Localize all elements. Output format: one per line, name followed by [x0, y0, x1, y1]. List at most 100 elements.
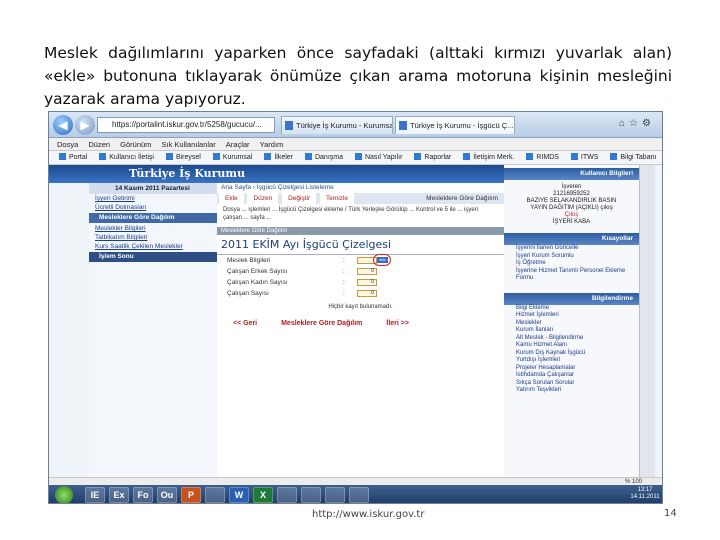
erkek-field[interactable]: 0 [357, 268, 377, 275]
taskbar-outlook[interactable]: Ou [157, 487, 177, 503]
fav-itws[interactable]: ITWS [570, 151, 598, 164]
table-title: 2011 EKİM Ayı İşgücü Çizelgesi [217, 235, 504, 255]
form-row-meslek: Meslek Bilgileri : ekle [217, 254, 504, 266]
ekle-button[interactable]: ekle [377, 257, 388, 263]
shortcut-link[interactable]: İş Öğretme [504, 260, 639, 268]
taskbar-app[interactable] [349, 487, 369, 503]
user-company-cont: YAYIN DAĞITIM (AÇIKLI) çıkış [530, 205, 613, 211]
taskbar-app[interactable] [301, 487, 321, 503]
field-label: Çalışan Kadın Sayısı [227, 279, 288, 286]
info-link[interactable]: Kurum Dış Kaynak İşgücü [504, 350, 639, 358]
tab-ekle[interactable]: Ekle [219, 193, 244, 204]
info-link[interactable]: Hizmet İşlemleri [504, 312, 639, 320]
info-link[interactable]: İstihdamda Çalışanlar [504, 372, 639, 380]
fav-ilkeler[interactable]: İlkeler [264, 151, 293, 164]
fav-iletisim[interactable]: İletişim Merk. [463, 151, 514, 164]
url-field[interactable]: https://portalint.iskur.gov.tr/5258/gucu… [97, 117, 275, 133]
info-header: Bilgilendirme [504, 292, 639, 305]
next-link[interactable]: İleri >> [386, 320, 409, 327]
ekle-highlight-circle: ekle [373, 254, 391, 266]
start-button[interactable] [55, 486, 73, 503]
shortcut-link[interactable]: İşyeri Kurum Sorumlu [504, 253, 639, 261]
fav-rimds[interactable]: RIMDS [526, 151, 559, 164]
info-link[interactable]: Kurum İlanları [504, 327, 639, 335]
calisan-field[interactable]: 0 [357, 290, 377, 297]
fav-kullanici[interactable]: Kullanıcı İletişi [99, 151, 154, 164]
info-link[interactable]: Kamu Hizmet Alanı [504, 342, 639, 350]
field-colon: : [343, 279, 345, 286]
shortcuts-header: Kısayollar [504, 233, 639, 245]
info-link[interactable]: Sıkça Sorulan Sorular [504, 380, 639, 388]
back-icon[interactable]: ◀ [53, 115, 73, 135]
field-label: Çalışan Erkek Sayısı [227, 268, 288, 275]
menu-dosya[interactable]: Dosya [57, 140, 78, 149]
kadin-field[interactable]: 0 [357, 279, 377, 286]
tab-duzen[interactable]: Düzen [247, 193, 279, 204]
shortcut-link[interactable]: İşyerine Hizmet Tanımlı Personel Ekleme … [504, 268, 639, 283]
favorite-icon [526, 153, 534, 160]
back-link[interactable]: << Geri [233, 320, 257, 327]
home-star-gear-icons[interactable]: ⌂☆⚙ [619, 118, 659, 129]
sidebar-link[interactable]: Ücretli Dolmasları [89, 203, 217, 212]
favorite-icon [165, 153, 173, 160]
favorite-icon [463, 153, 471, 160]
info-link[interactable]: Yatırım Teşvikleri [504, 387, 639, 395]
favorite-icon [212, 153, 220, 160]
menu-duzen[interactable]: Düzen [88, 140, 110, 149]
section-link[interactable]: Mesleklere Göre Dağılım [281, 320, 362, 327]
tab-isgucu[interactable]: Türkiye İş Kurumu - İşgücü Ç... [395, 116, 515, 134]
status-zoom[interactable]: % 100 [49, 477, 662, 485]
sidebar-link[interactable]: İşyeri Getirimi [89, 194, 217, 203]
menu-gorunum[interactable]: Görünüm [120, 140, 151, 149]
info-link[interactable]: Meslekler [504, 320, 639, 328]
fav-bilgi[interactable]: Bilgi Tabanı [610, 151, 656, 164]
user-workplace: İŞYERİ KABA [552, 219, 591, 225]
taskbar-app[interactable] [277, 487, 297, 503]
forward-icon[interactable]: ▶ [75, 115, 95, 135]
fav-danisma[interactable]: Danışma [304, 151, 343, 164]
sidebar-item-active[interactable]: Mesleklere Göre Dağılım [89, 213, 217, 223]
info-link[interactable]: Bilgi Ekleme [504, 305, 639, 313]
info-link[interactable]: Yurtdışı İşlemleri [504, 357, 639, 365]
taskbar-explorer[interactable]: Ex [109, 487, 129, 503]
fav-nasil[interactable]: Nasıl Yapılır [354, 151, 402, 164]
taskbar-app[interactable] [205, 487, 225, 503]
fav-kurumsal[interactable]: Kurumsal [212, 151, 252, 164]
shortcut-link[interactable]: İşyerini İlanen Güncelle [504, 245, 639, 253]
form-row-kadin: Çalışan Kadın Sayısı : 0 [217, 277, 504, 288]
taskbar-folder[interactable]: Fo [133, 487, 153, 503]
sidebar-link[interactable]: Meslekler Bilgileri [89, 224, 217, 233]
info-link[interactable]: Alt Meslek - Bilgilendirme [504, 335, 639, 343]
menu-araclar[interactable]: Araçlar [226, 140, 250, 149]
taskbar-excel[interactable]: X [253, 487, 273, 503]
info-link[interactable]: Projeler Hesaplamalar [504, 365, 639, 373]
favorite-icon [570, 153, 578, 160]
sidebar-link[interactable]: Tatbikatım Bilgileri [89, 233, 217, 242]
user-number: 21216959252 [553, 191, 590, 197]
fav-portal[interactable]: Portal [59, 151, 87, 164]
taskbar: IE Ex Fo Ou P W X 13:17 14.11.2011 [49, 485, 662, 503]
breadcrumb: Ana Sayfa › İşgücü Çizelgesi Listeleme [221, 184, 334, 191]
taskbar-clock[interactable]: 13:17 14.11.2011 [627, 487, 662, 501]
tab-kurumsal[interactable]: Türkiye İş Kurumu - Kurumsal [281, 116, 393, 134]
tab-degistir[interactable]: Değiştir [282, 193, 317, 204]
favorites-bar: Portal Kullanıcı İletişi Bireysel Kurums… [49, 151, 662, 165]
field-colon: : [343, 257, 345, 264]
favorite-icon [304, 153, 312, 160]
taskbar-ie[interactable]: IE [85, 487, 105, 503]
taskbar-powerpoint[interactable]: P [181, 487, 201, 503]
menu-yardim[interactable]: Yardım [260, 140, 284, 149]
taskbar-word[interactable]: W [229, 487, 249, 503]
sidebar-link[interactable]: Kurs Saatlik Çekilen Meslekler [89, 242, 217, 251]
fav-raporlar[interactable]: Raporlar [414, 151, 451, 164]
fav-bireysel[interactable]: Bireysel [165, 151, 201, 164]
tab-temizle[interactable]: Temizle [319, 193, 354, 204]
page-number: 14 [664, 508, 677, 519]
menu-sik-kullanilanlar[interactable]: Sık Kullanılanlar [162, 140, 216, 149]
logout-link[interactable]: Çıkış [514, 212, 629, 219]
sidebar-exit[interactable]: İşlem Sonu [89, 252, 217, 262]
user-company: BAZIYE SELAKANDIRLIK BASIN [526, 198, 617, 204]
form-row-erkek: Çalışan Erkek Sayısı : 0 [217, 266, 504, 277]
scrollbar[interactable] [639, 165, 655, 477]
taskbar-app[interactable] [325, 487, 345, 503]
